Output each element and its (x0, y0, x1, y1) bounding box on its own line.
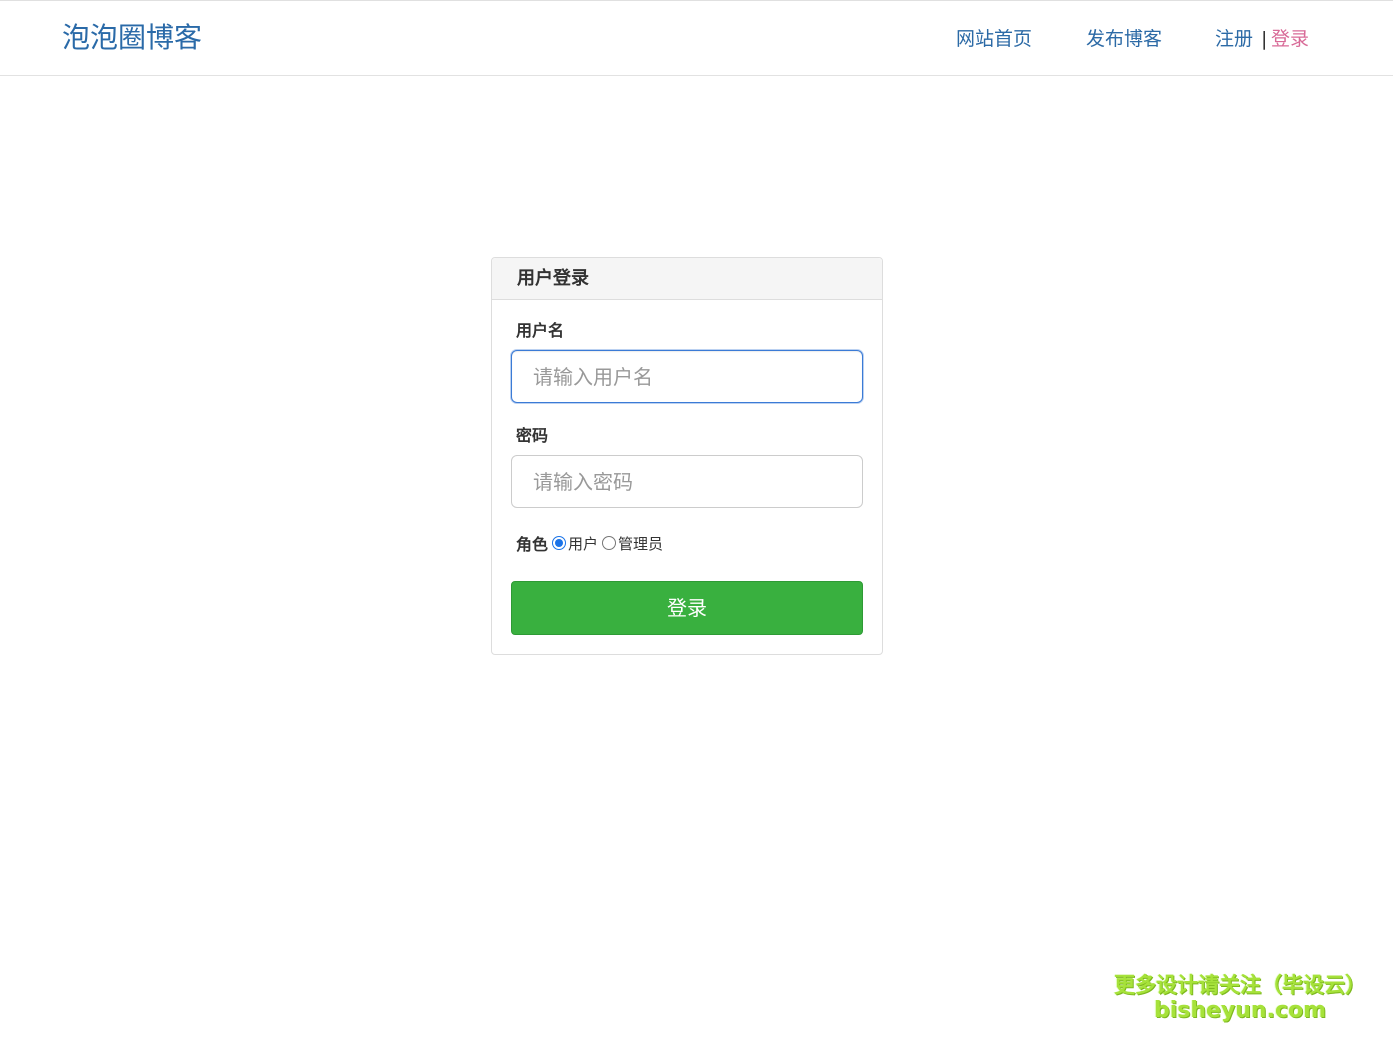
login-panel-title: 用户登录 (517, 268, 589, 289)
role-user-label[interactable]: 用户 (568, 533, 598, 554)
role-admin-radio[interactable] (602, 536, 617, 550)
username-input[interactable] (511, 350, 863, 403)
password-input[interactable] (511, 455, 863, 508)
nav-register-link[interactable]: 注册 (1215, 25, 1253, 53)
top-navbar: 泡泡圈博客 网站首页 发布博客 注册 | 登录 (0, 0, 1393, 76)
password-label: 密码 (516, 426, 549, 445)
login-panel-heading: 用户登录 (492, 258, 882, 300)
nav-post-blog-link[interactable]: 发布博客 (1086, 25, 1162, 53)
nav-separator: | (1261, 28, 1268, 50)
username-label: 用户名 (516, 321, 565, 340)
role-label: 角色 (516, 535, 549, 554)
watermark-line1: 更多设计请关注（毕设云） (1114, 973, 1366, 997)
nav-home-link[interactable]: 网站首页 (956, 25, 1032, 53)
role-admin-label[interactable]: 管理员 (618, 533, 663, 554)
watermark: 更多设计请关注（毕设云） bisheyun.com (1110, 972, 1370, 1024)
role-selector: 角色 用户 管理员 (516, 531, 667, 555)
login-submit-button[interactable]: 登录 (511, 581, 863, 635)
watermark-line2: bisheyun.com (1153, 998, 1327, 1023)
login-panel: 用户登录 用户名 密码 角色 用户 管理员 登录 (491, 257, 883, 655)
nav-login-link[interactable]: 登录 (1271, 25, 1309, 53)
role-user-radio[interactable] (552, 536, 567, 550)
site-brand-link[interactable]: 泡泡圈博客 (62, 19, 202, 57)
